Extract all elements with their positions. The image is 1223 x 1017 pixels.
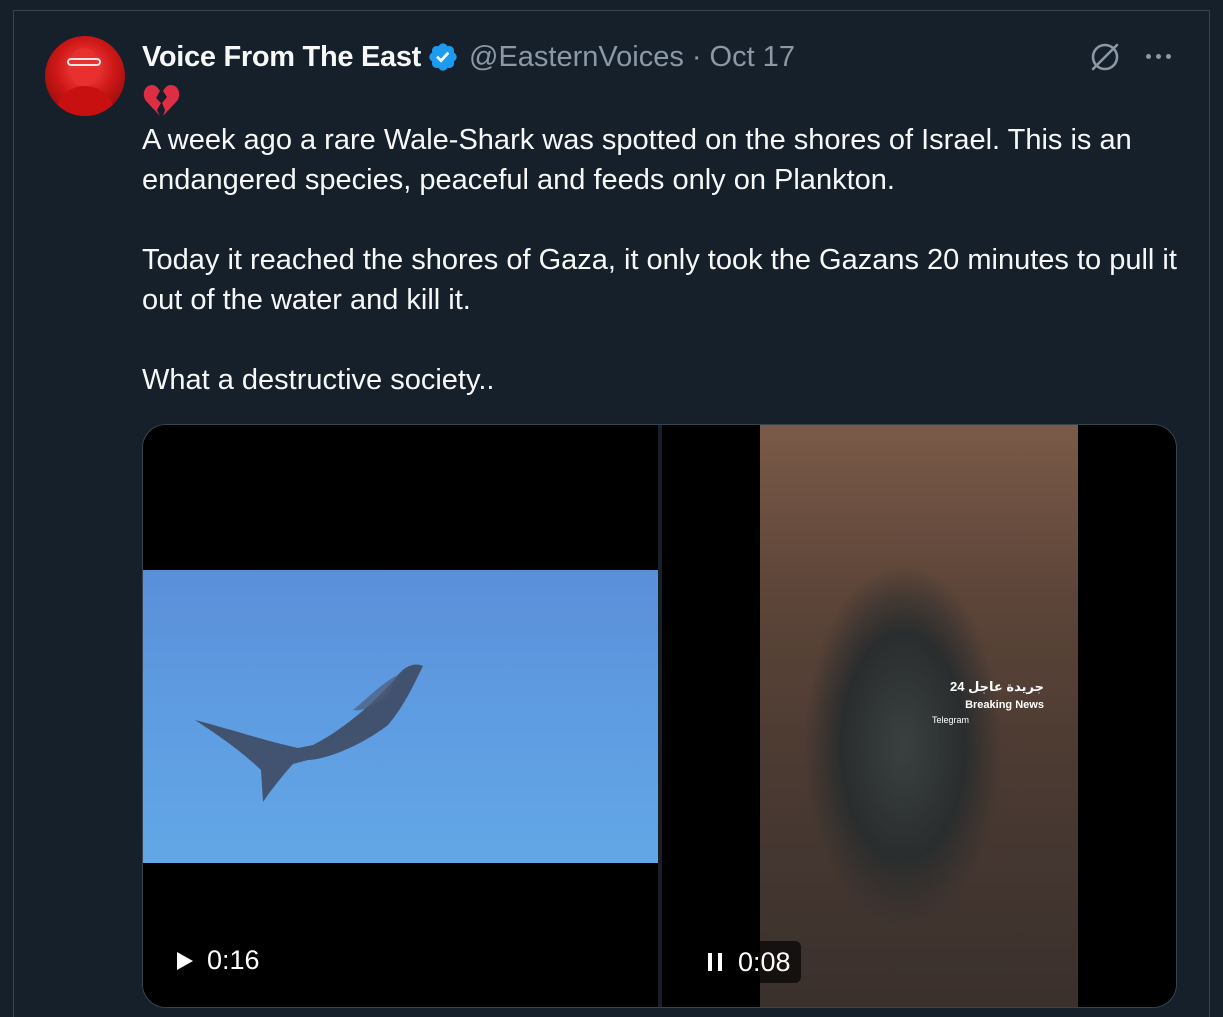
video-player[interactable]: جريدة عاجل 24 Breaking News Telegram 0:0… [662,425,1176,1007]
telegram-watermark: Telegram [932,715,970,725]
avatar[interactable] [45,36,125,116]
media-grid: 0:16 جريدة عاجل 24 Breaking News Telegra… [142,424,1177,1008]
video-timestamp: 0:08 [738,946,791,977]
left-divider [13,10,14,1017]
display-name[interactable]: Voice From The East [142,41,421,74]
pause-icon[interactable] [704,951,726,973]
play-icon[interactable] [173,950,195,972]
right-divider [1209,10,1210,1017]
broken-heart-icon [143,85,180,116]
tweet-container: Voice From The East @EasternVoices · Oct… [0,0,1223,1017]
tweet-paragraph: What a destructive society.. [142,364,495,396]
tweet-paragraph: A week ago a rare Wale-Shark was spotted… [142,124,1132,196]
tweet-header: Voice From The East @EasternVoices · Oct… [142,38,795,76]
grok-icon[interactable] [1088,40,1122,74]
whale-shark-image [195,664,423,802]
video-time-control[interactable]: 0:08 [694,941,801,983]
handle[interactable]: @EasternVoices [469,41,684,74]
verified-badge-icon[interactable] [427,41,459,73]
more-icon[interactable] [1140,44,1176,68]
separator-dot: · [691,40,702,73]
top-divider [13,10,1210,11]
tweet-paragraph: Today it reached the shores of Gaza, it … [142,244,1177,316]
video-thumbnail: جريدة عاجل 24 Breaking News Telegram [760,425,1078,1007]
tweet-text: A week ago a rare Wale-Shark was spotted… [142,120,1182,440]
video-player[interactable]: 0:16 [143,425,658,1007]
video-timestamp: 0:16 [207,945,260,975]
video-thumbnail [143,570,658,863]
video-watermark: جريدة عاجل 24 Breaking News [950,679,1044,711]
tweet-date[interactable]: Oct 17 [710,41,795,74]
video-time-control[interactable]: 0:16 [173,945,260,976]
